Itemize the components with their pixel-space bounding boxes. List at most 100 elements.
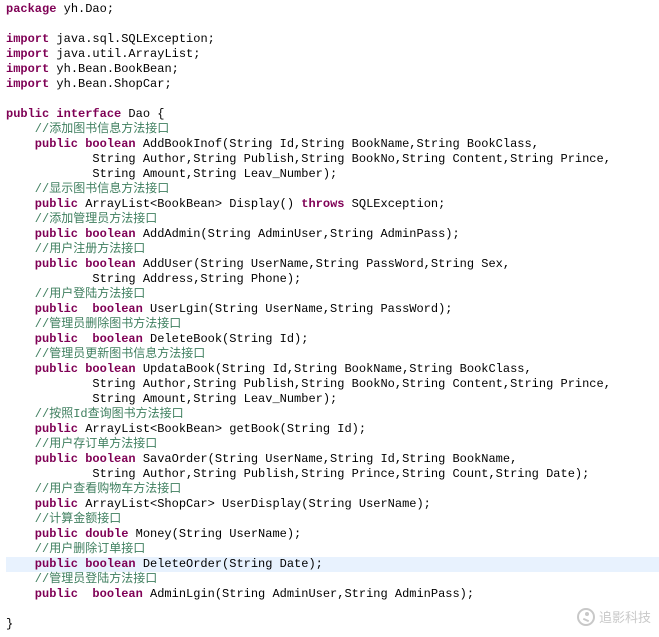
modifiers: public boolean — [6, 257, 136, 271]
watermark-text: 追影科技 — [599, 607, 651, 626]
comment-line: //管理员登陆方法接口 — [6, 572, 659, 587]
method-sig: DeleteOrder(String Date); — [136, 557, 323, 571]
comment-line: //管理员删除图书方法接口 — [6, 317, 659, 332]
method-sig: ArrayList<ShopCar> UserDisplay(String Us… — [78, 497, 431, 511]
code-line: String Amount,String Leav_Number); — [6, 392, 659, 407]
method-sig: ArrayList<BookBean> getBook(String Id); — [78, 422, 366, 436]
method-sig: String Amount,String Leav_Number); — [6, 167, 337, 181]
import-stmt: yh.Bean.BookBean; — [49, 62, 179, 76]
modifiers: public boolean — [6, 557, 136, 571]
blank-line — [6, 17, 659, 32]
code-line: String Address,String Phone); — [6, 272, 659, 287]
comment: //用户删除订单接口 — [6, 542, 145, 556]
code-line: public ArrayList<ShopCar> UserDisplay(St… — [6, 497, 659, 512]
code-line: import yh.Bean.BookBean; — [6, 62, 659, 77]
comment: //管理员登陆方法接口 — [6, 572, 157, 586]
wechat-icon — [577, 608, 595, 626]
keyword-import: import — [6, 32, 49, 46]
comment-line: //用户删除订单接口 — [6, 542, 659, 557]
code-line: String Author,String Publish,String Book… — [6, 377, 659, 392]
method-sig: String Author,String Publish,String Prin… — [6, 467, 589, 481]
comment: //用户存订单方法接口 — [6, 437, 157, 451]
code-line: import yh.Bean.ShopCar; — [6, 77, 659, 92]
comment-line: //用户登陆方法接口 — [6, 287, 659, 302]
method-sig: AddAdmin(String AdminUser,String AdminPa… — [136, 227, 460, 241]
code-line: package yh.Dao; — [6, 2, 659, 17]
code-line: public boolean AdminLgin(String AdminUse… — [6, 587, 659, 602]
code-line: public boolean UserLgin(String UserName,… — [6, 302, 659, 317]
method-sig: Money(String UserName); — [128, 527, 301, 541]
comment-line: //显示图书信息方法接口 — [6, 182, 659, 197]
modifiers: public — [6, 422, 78, 436]
method-sig: SavaOrder(String UserName,String Id,Stri… — [136, 452, 518, 466]
blank-line — [6, 602, 659, 617]
code-line: public boolean SavaOrder(String UserName… — [6, 452, 659, 467]
class-name: Dao { — [121, 107, 164, 121]
package-name: yh.Dao; — [56, 2, 114, 16]
import-stmt: yh.Bean.ShopCar; — [49, 77, 171, 91]
comment-line: //添加图书信息方法接口 — [6, 122, 659, 137]
method-sig: AddUser(String UserName,String PassWord,… — [136, 257, 510, 271]
comment-line: //用户存订单方法接口 — [6, 437, 659, 452]
keyword-package: package — [6, 2, 56, 16]
code-line: public ArrayList<BookBean> getBook(Strin… — [6, 422, 659, 437]
method-sig: ArrayList<BookBean> Display() — [78, 197, 301, 211]
code-line: String Author,String Publish,String Book… — [6, 152, 659, 167]
comment: //按照Id查询图书方法接口 — [6, 407, 184, 421]
code-editor: package yh.Dao; import java.sql.SQLExcep… — [0, 0, 659, 634]
comment: //管理员更新图书信息方法接口 — [6, 347, 205, 361]
code-line: public boolean AddBookInof(String Id,Str… — [6, 137, 659, 152]
modifiers: public boolean — [6, 362, 136, 376]
comment-line: //用户注册方法接口 — [6, 242, 659, 257]
code-line: } — [6, 617, 659, 632]
blank-line — [6, 92, 659, 107]
code-line: public double Money(String UserName); — [6, 527, 659, 542]
comment: //用户注册方法接口 — [6, 242, 145, 256]
comment-line: //按照Id查询图书方法接口 — [6, 407, 659, 422]
method-sig: UpdataBook(String Id,String BookName,Str… — [136, 362, 532, 376]
modifiers: public — [6, 197, 78, 211]
close-brace: } — [6, 617, 13, 631]
code-line: public boolean AddAdmin(String AdminUser… — [6, 227, 659, 242]
code-line: public boolean AddUser(String UserName,S… — [6, 257, 659, 272]
code-line: import java.util.ArrayList; — [6, 47, 659, 62]
class-decl: public interface Dao { — [6, 107, 659, 122]
code-line: String Amount,String Leav_Number); — [6, 167, 659, 182]
modifiers: public boolean — [6, 137, 136, 151]
comment-line: //用户查看购物车方法接口 — [6, 482, 659, 497]
method-sig: SQLException; — [344, 197, 445, 211]
method-sig: AddBookInof(String Id,String BookName,St… — [136, 137, 539, 151]
comment: //计算金额接口 — [6, 512, 121, 526]
method-sig: UserLgin(String UserName,String PassWord… — [143, 302, 453, 316]
code-line: import java.sql.SQLException; — [6, 32, 659, 47]
comment: //添加图书信息方法接口 — [6, 122, 169, 136]
keyword-import: import — [6, 47, 49, 61]
comment: //管理员删除图书方法接口 — [6, 317, 181, 331]
keyword-interface: interface — [56, 107, 121, 121]
method-sig: String Amount,String Leav_Number); — [6, 392, 337, 406]
comment: //用户登陆方法接口 — [6, 287, 145, 301]
modifiers: public — [6, 497, 78, 511]
method-sig: String Author,String Publish,String Book… — [6, 152, 611, 166]
method-sig: DeleteBook(String Id); — [143, 332, 309, 346]
method-sig: String Address,String Phone); — [6, 272, 301, 286]
modifiers: public boolean — [6, 452, 136, 466]
comment-line: //添加管理员方法接口 — [6, 212, 659, 227]
code-line: public ArrayList<BookBean> Display() thr… — [6, 197, 659, 212]
keyword-public: public — [6, 107, 49, 121]
keyword-throws: throws — [301, 197, 344, 211]
keyword-import: import — [6, 77, 49, 91]
comment-line: //计算金额接口 — [6, 512, 659, 527]
modifiers: public boolean — [6, 227, 136, 241]
comment: //用户查看购物车方法接口 — [6, 482, 181, 496]
comment: //添加管理员方法接口 — [6, 212, 157, 226]
import-stmt: java.sql.SQLException; — [49, 32, 215, 46]
import-stmt: java.util.ArrayList; — [49, 47, 200, 61]
code-line: String Author,String Publish,String Prin… — [6, 467, 659, 482]
keyword-import: import — [6, 62, 49, 76]
modifiers: public double — [6, 527, 128, 541]
modifiers: public boolean — [6, 332, 143, 346]
code-line: public boolean UpdataBook(String Id,Stri… — [6, 362, 659, 377]
highlighted-line: public boolean DeleteOrder(String Date); — [6, 557, 659, 572]
modifiers: public boolean — [6, 587, 143, 601]
